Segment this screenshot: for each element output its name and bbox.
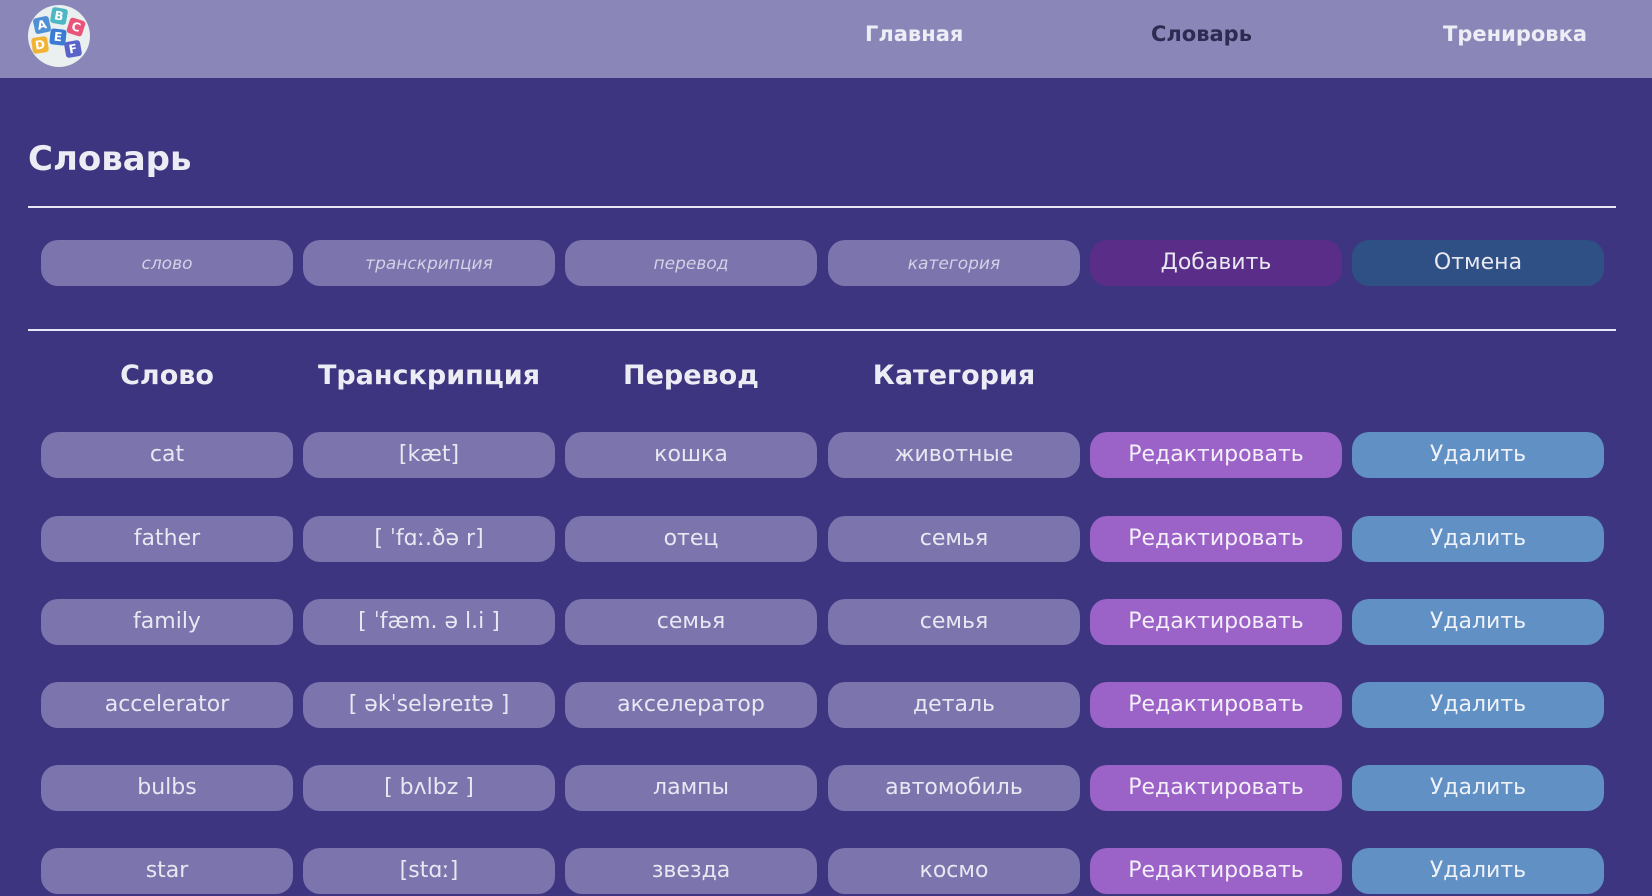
- word-cell: bulbs: [41, 765, 293, 811]
- translation-cell: кошка: [565, 432, 817, 478]
- category-cell: семья: [828, 599, 1080, 645]
- divider-bottom: [28, 329, 1616, 331]
- cancel-button[interactable]: Отмена: [1352, 240, 1604, 286]
- edit-button[interactable]: Редактировать: [1090, 599, 1342, 645]
- delete-button[interactable]: Удалить: [1352, 848, 1604, 894]
- delete-button[interactable]: Удалить: [1352, 682, 1604, 728]
- word-cell: accelerator: [41, 682, 293, 728]
- edit-button[interactable]: Редактировать: [1090, 848, 1342, 894]
- logo-letter-a: A: [32, 15, 52, 35]
- word-input[interactable]: [41, 240, 293, 286]
- translation-input[interactable]: [565, 240, 817, 286]
- word-cell: star: [41, 848, 293, 894]
- page-title: Словарь: [28, 139, 192, 179]
- logo-letter-c: C: [65, 16, 87, 38]
- column-header-category: Категория: [872, 360, 1036, 391]
- translation-cell: акселератор: [565, 682, 817, 728]
- translation-cell: семья: [565, 599, 817, 645]
- edit-button[interactable]: Редактировать: [1090, 432, 1342, 478]
- transcription-cell: [ əkˈseləreɪtə ]: [303, 682, 555, 728]
- add-button[interactable]: Добавить: [1090, 240, 1342, 286]
- column-header-word: Слово: [120, 360, 214, 391]
- word-cell: family: [41, 599, 293, 645]
- category-input[interactable]: [828, 240, 1080, 286]
- category-cell: космо: [828, 848, 1080, 894]
- column-header-translation: Перевод: [623, 360, 759, 391]
- delete-button[interactable]: Удалить: [1352, 516, 1604, 562]
- transcription-cell: [stɑː]: [303, 848, 555, 894]
- divider-top: [28, 206, 1616, 208]
- transcription-cell: [ bʌlbz ]: [303, 765, 555, 811]
- nav-link-home[interactable]: Главная: [865, 22, 963, 46]
- column-header-transcription: Транскрипция: [317, 360, 541, 391]
- nav-link-training[interactable]: Тренировка: [1443, 22, 1587, 46]
- logo-letter-b: B: [49, 6, 69, 26]
- logo-letter-d: D: [30, 35, 50, 55]
- translation-cell: лампы: [565, 765, 817, 811]
- abc-blocks-logo[interactable]: A B C D E F: [28, 5, 90, 67]
- edit-button[interactable]: Редактировать: [1090, 682, 1342, 728]
- transcription-cell: [kæt]: [303, 432, 555, 478]
- nav-link-dictionary[interactable]: Словарь: [1151, 22, 1252, 46]
- category-cell: автомобиль: [828, 765, 1080, 811]
- translation-cell: звезда: [565, 848, 817, 894]
- word-cell: cat: [41, 432, 293, 478]
- translation-cell: отец: [565, 516, 817, 562]
- category-cell: деталь: [828, 682, 1080, 728]
- transcription-input[interactable]: [303, 240, 555, 286]
- delete-button[interactable]: Удалить: [1352, 765, 1604, 811]
- transcription-cell: [ ˈfɑː.ðə r]: [303, 516, 555, 562]
- edit-button[interactable]: Редактировать: [1090, 516, 1342, 562]
- transcription-cell: [ ˈfæm. ə l.i ]: [303, 599, 555, 645]
- edit-button[interactable]: Редактировать: [1090, 765, 1342, 811]
- delete-button[interactable]: Удалить: [1352, 599, 1604, 645]
- word-cell: father: [41, 516, 293, 562]
- category-cell: семья: [828, 516, 1080, 562]
- category-cell: животные: [828, 432, 1080, 478]
- top-navigation-bar: A B C D E F Главная Словарь Тренировка: [0, 0, 1652, 78]
- delete-button[interactable]: Удалить: [1352, 432, 1604, 478]
- logo-letter-f: F: [63, 39, 83, 59]
